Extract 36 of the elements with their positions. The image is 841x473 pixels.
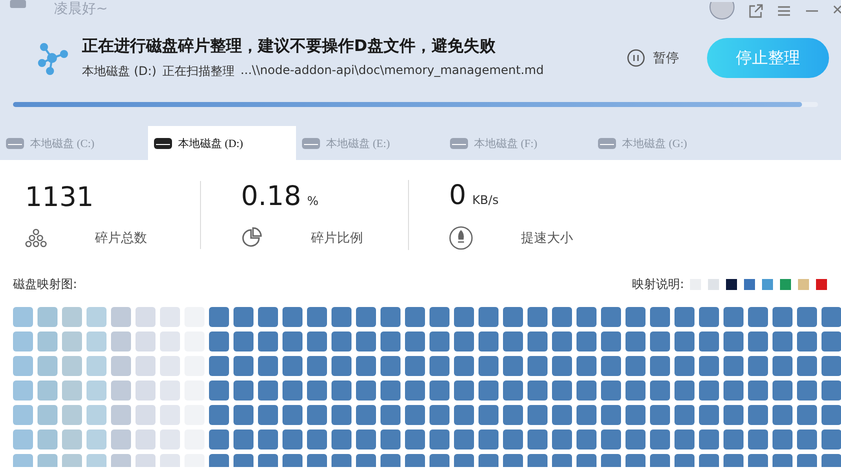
pause-button[interactable]: 暂停 bbox=[627, 49, 679, 67]
stat-value: 1131 bbox=[25, 182, 94, 213]
stat-unit: KB/s bbox=[472, 193, 499, 207]
drive-icon bbox=[154, 138, 172, 148]
avatar-icon[interactable] bbox=[709, 2, 735, 20]
defrag-heading: 正在进行磁盘碎片整理，建议不要操作D盘文件，避免失败 bbox=[82, 36, 496, 57]
drive-icon bbox=[450, 138, 468, 148]
stat-value: 0.18 bbox=[241, 181, 302, 212]
stat-value: 0 bbox=[449, 180, 466, 211]
molecule-icon bbox=[25, 228, 47, 248]
drive-icon bbox=[302, 138, 320, 148]
file-path: ...\\node-addon-api\doc\memory_management.md bbox=[240, 63, 544, 79]
drive-tab[interactable]: 本地磁盘 (D:) bbox=[148, 126, 296, 160]
drive-icon bbox=[6, 138, 24, 148]
pause-icon bbox=[627, 49, 645, 67]
drive-tab[interactable]: 本地磁盘 (C:) bbox=[0, 126, 148, 160]
window-title: 凌晨好~ bbox=[54, 0, 108, 18]
drive-tab[interactable]: 本地磁盘 (G:) bbox=[592, 126, 740, 160]
drive-label: 本地磁盘 (D:) bbox=[82, 63, 156, 80]
pie-chart-icon bbox=[241, 227, 263, 249]
stat-label: 碎片比例 bbox=[311, 230, 363, 247]
drive-tab[interactable]: 本地磁盘 (F:) bbox=[444, 126, 592, 160]
share-icon[interactable] bbox=[749, 4, 763, 18]
stat-unit: % bbox=[307, 194, 319, 208]
legend-title: 映射说明: bbox=[632, 276, 684, 293]
menu-icon[interactable] bbox=[777, 5, 791, 17]
stop-button[interactable]: 停止整理 bbox=[707, 38, 829, 78]
rocket-icon bbox=[449, 226, 473, 250]
drive-icon bbox=[10, 0, 26, 10]
stat-label: 提速大小 bbox=[521, 230, 573, 247]
drive-tab[interactable]: 本地磁盘 (E:) bbox=[296, 126, 444, 160]
map-title: 磁盘映射图: bbox=[13, 276, 78, 293]
scan-status: 正在扫描整理 bbox=[162, 63, 234, 80]
stat-label: 碎片总数 bbox=[95, 230, 147, 247]
network-nodes-icon bbox=[36, 41, 68, 75]
drive-icon bbox=[598, 138, 616, 148]
